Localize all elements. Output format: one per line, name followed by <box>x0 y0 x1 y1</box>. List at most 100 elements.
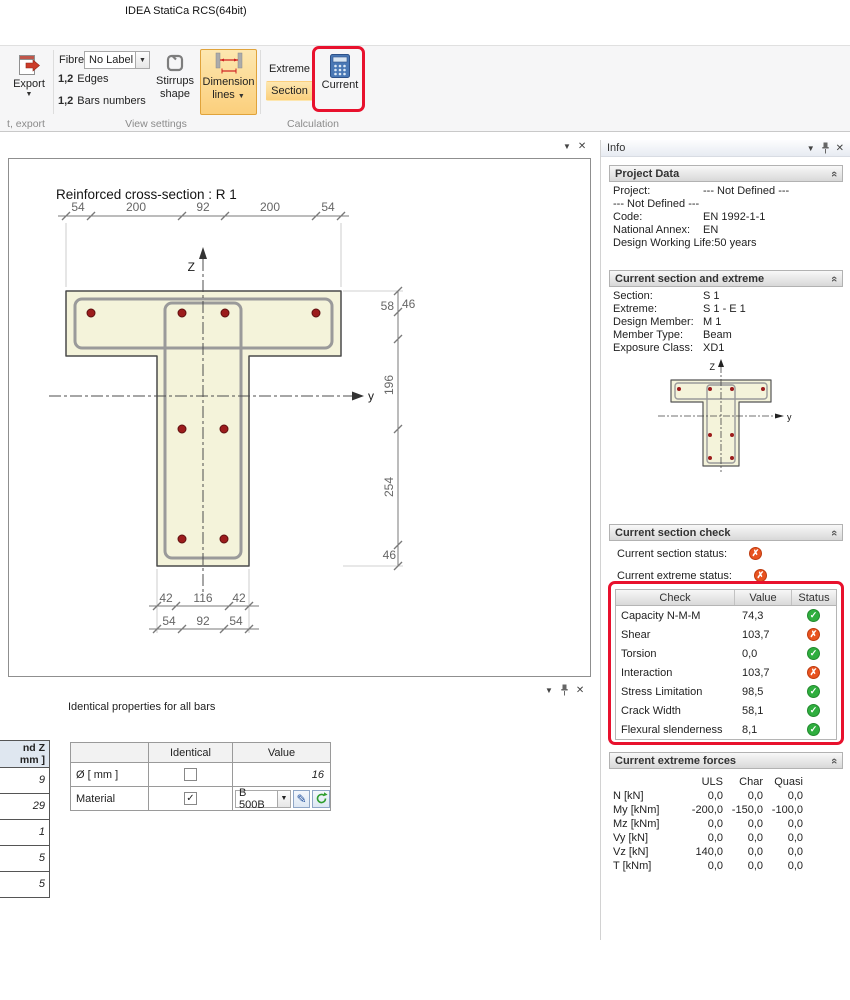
drawing-canvas[interactable]: Reinforced cross-section : R 1 54 200 <box>8 158 591 677</box>
table-row[interactable]: Stress Limitation 98,5 <box>616 682 836 701</box>
header-char: Char <box>723 776 763 788</box>
section-button[interactable]: Section <box>266 81 313 101</box>
top-dimension: 54 200 92 200 54 <box>58 200 349 220</box>
check-name: Torsion <box>616 644 734 663</box>
dim-label: 196 <box>382 375 396 395</box>
table-header-row: Identical Value <box>71 743 331 763</box>
stirrups-shape-label: Stirrups shape <box>153 75 197 100</box>
material-combobox-value: B 500B <box>236 791 277 807</box>
section-header-current-section[interactable]: Current section and extreme « <box>609 270 843 287</box>
edges-toggle[interactable]: 1,2 Edges <box>58 73 109 85</box>
force-value: -200,0 <box>683 804 723 816</box>
menu-icon[interactable]: ▼ <box>545 686 553 695</box>
grid-cell: 9 <box>0 768 50 794</box>
check-name: Shear <box>616 625 734 644</box>
status-badge <box>807 666 820 679</box>
pin-icon[interactable] <box>821 142 830 154</box>
grid-header: nd Z mm ] <box>0 740 50 768</box>
menu-icon[interactable]: ▼ <box>807 144 815 153</box>
dim-label: 42 <box>159 591 173 605</box>
table-row[interactable]: Interaction 103,7 <box>616 663 836 682</box>
edit-material-button[interactable]: ✎ <box>293 790 311 808</box>
export-icon <box>17 52 41 78</box>
header-uls: ULS <box>683 776 723 788</box>
force-value: 0,0 <box>683 790 723 802</box>
table-row: My [kNm] -200,0 -150,0 -100,0 <box>613 803 845 817</box>
force-value: 0,0 <box>683 860 723 872</box>
close-panel-icon[interactable]: ✕ <box>576 685 584 696</box>
section-status-row: Current section status: <box>617 546 762 561</box>
force-value: 0,0 <box>723 790 763 802</box>
check-value: 8,1 <box>734 720 791 739</box>
close-panel-icon[interactable]: ✕ <box>578 141 586 152</box>
fibre-label: Fibre <box>59 54 84 66</box>
force-value: 0,0 <box>683 832 723 844</box>
export-dropdown-arrow-icon: ▼ <box>26 91 33 99</box>
grid-cell: 5 <box>0 872 50 898</box>
y-axis-label: y <box>368 389 374 403</box>
force-label: T [kNm] <box>613 860 683 872</box>
check-value: 103,7 <box>734 663 791 682</box>
z-axis-label: Z <box>188 260 195 274</box>
status-badge <box>749 547 762 560</box>
collapse-chevron-icon: « <box>828 529 840 535</box>
field-value: 50 years <box>714 237 756 249</box>
field-label: Code: <box>613 211 703 223</box>
pin-icon[interactable] <box>560 684 569 696</box>
material-identical-checkbox[interactable] <box>184 792 197 805</box>
diameter-value[interactable]: 16 <box>233 769 330 781</box>
ribbon: Export ▼ Fibre No Label ▼ 1,2 Edges 1,2 … <box>0 45 850 132</box>
header-value: Value <box>734 590 791 605</box>
status-label: Current extreme status: <box>617 570 732 582</box>
refresh-material-button[interactable] <box>312 790 330 808</box>
force-value: -100,0 <box>763 804 803 816</box>
dimension-lines-button[interactable]: Dimension lines ▼ <box>200 49 257 115</box>
check-name: Flexural slenderness <box>616 720 734 739</box>
dim-label: 92 <box>196 200 210 214</box>
table-row[interactable]: Shear 103,7 <box>616 625 836 644</box>
dim-label: 58 <box>381 299 395 313</box>
field-label: Design Working Life: <box>613 237 714 249</box>
field-value: S 1 <box>703 290 720 302</box>
current-button[interactable]: Current <box>316 52 364 110</box>
section-header-extreme-forces[interactable]: Current extreme forces « <box>609 752 843 769</box>
section-header-project-data[interactable]: Project Data « <box>609 165 843 182</box>
material-combobox[interactable]: B 500B ▼ <box>235 790 291 808</box>
bars-numbers-toggle[interactable]: 1,2 Bars numbers <box>58 95 146 107</box>
dim-label: 46 <box>402 297 416 311</box>
table-row[interactable]: Flexural slenderness 8,1 <box>616 720 836 739</box>
project-data-block: Project:--- Not Defined --- --- Not Defi… <box>613 184 845 249</box>
table-row[interactable]: Capacity N-M-M 74,3 <box>616 606 836 625</box>
diame​ter-identical-checkbox[interactable] <box>184 768 197 781</box>
info-panel: Info ▼ ✕ Project Data « Project:--- Not … <box>600 140 850 940</box>
close-panel-icon[interactable]: ✕ <box>836 143 844 154</box>
header-status: Status <box>791 590 836 605</box>
table-row[interactable]: Torsion 0,0 <box>616 644 836 663</box>
field-label: Exposure Class: <box>613 342 703 354</box>
collapse-chevron-icon: « <box>828 757 840 763</box>
field-label: Section: <box>613 290 703 302</box>
chevron-down-icon[interactable]: ▼ <box>135 52 149 68</box>
stirrups-shape-button[interactable]: Stirrups shape <box>152 50 198 114</box>
force-label: My [kNm] <box>613 804 683 816</box>
y-axis-label: y <box>787 412 792 422</box>
status-badge <box>807 609 820 622</box>
collapse-panel-icon[interactable]: ▼ <box>563 142 571 151</box>
check-value: 58,1 <box>734 701 791 720</box>
check-name: Interaction <box>616 663 734 682</box>
field-label: Extreme: <box>613 303 703 315</box>
fibre-combobox[interactable]: No Label ▼ <box>84 51 150 69</box>
table-row[interactable]: Crack Width 58,1 <box>616 701 836 720</box>
right-dimension: 58 46 196 254 46 <box>381 287 416 570</box>
bar-position-grid: nd Z mm ] 9 29 1 5 5 <box>0 740 50 898</box>
force-value: 0,0 <box>763 846 803 858</box>
section-header-section-check[interactable]: Current section check « <box>609 524 843 541</box>
dim-label: 200 <box>260 200 280 214</box>
status-badge <box>807 628 820 641</box>
export-button[interactable]: Export ▼ <box>6 51 52 113</box>
chevron-down-icon[interactable]: ▼ <box>277 791 290 807</box>
force-value: -150,0 <box>723 804 763 816</box>
extreme-button[interactable]: Extreme <box>266 59 313 79</box>
calculator-icon <box>329 53 351 79</box>
grid-cell: 29 <box>0 794 50 820</box>
